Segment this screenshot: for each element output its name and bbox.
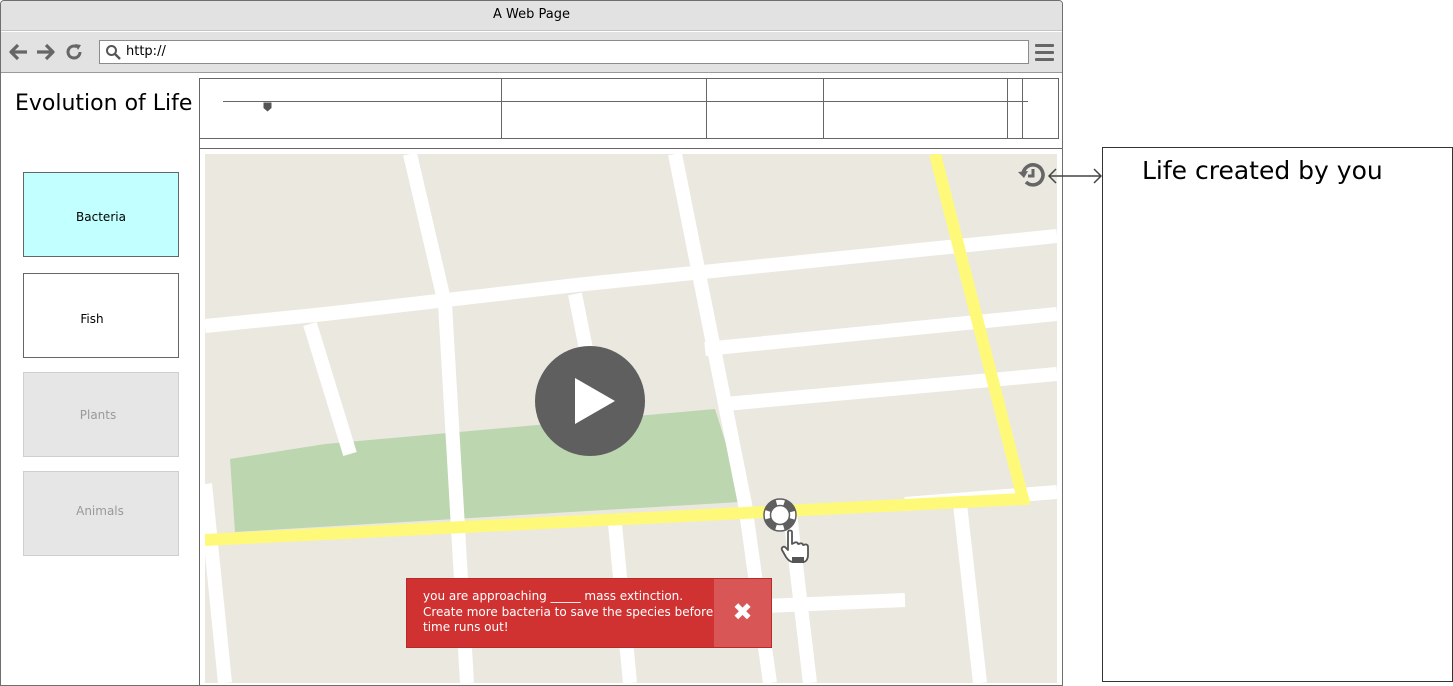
category-button-bacteria[interactable]: Bacteria <box>23 172 179 257</box>
address-bar[interactable]: http:// <box>99 40 1029 64</box>
alert-message: you are approaching _____ mass extinctio… <box>423 589 714 634</box>
back-arrow-icon[interactable] <box>9 42 29 62</box>
search-icon <box>105 44 121 60</box>
hand-pointer-icon <box>779 529 811 565</box>
timeline-divider <box>1022 79 1023 138</box>
url-text[interactable]: http:// <box>126 43 166 61</box>
lifebuoy-icon[interactable] <box>763 498 797 532</box>
browser-window: A Web Page http:// Evolution of Life Bac… <box>0 0 1063 686</box>
double-arrow-icon <box>1047 167 1103 185</box>
play-icon[interactable] <box>535 346 645 456</box>
category-button-animals: Animals <box>23 471 179 556</box>
timeline-divider <box>823 79 824 138</box>
timeline-divider <box>1007 79 1008 138</box>
close-x-icon[interactable]: ✖ <box>714 579 771 647</box>
category-button-plants: Plants <box>23 372 179 457</box>
timeline-slider[interactable] <box>199 78 1059 139</box>
extinction-alert: you are approaching _____ mass extinctio… <box>406 578 772 648</box>
category-button-fish[interactable]: Fish <box>23 273 179 358</box>
forward-arrow-icon[interactable] <box>35 42 55 62</box>
history-icon[interactable] <box>1017 160 1047 190</box>
browser-toolbar: http:// <box>1 32 1062 73</box>
page-title: Evolution of Life <box>15 91 193 116</box>
category-label: Fish <box>80 312 104 326</box>
hamburger-menu-icon[interactable] <box>1035 44 1055 62</box>
timeline-divider <box>706 79 707 138</box>
category-label: Plants <box>79 408 117 422</box>
timeline-track <box>223 101 1028 102</box>
reload-icon[interactable] <box>64 42 84 62</box>
category-label: Bacteria <box>76 210 126 224</box>
panel-title: Life created by you <box>1142 156 1383 185</box>
category-label: Animals <box>76 504 124 518</box>
creations-panel: Life created by you <box>1102 147 1453 682</box>
timeline-thumb[interactable] <box>263 97 272 112</box>
window-title: A Web Page <box>1 1 1062 31</box>
timeline-divider <box>501 79 502 138</box>
